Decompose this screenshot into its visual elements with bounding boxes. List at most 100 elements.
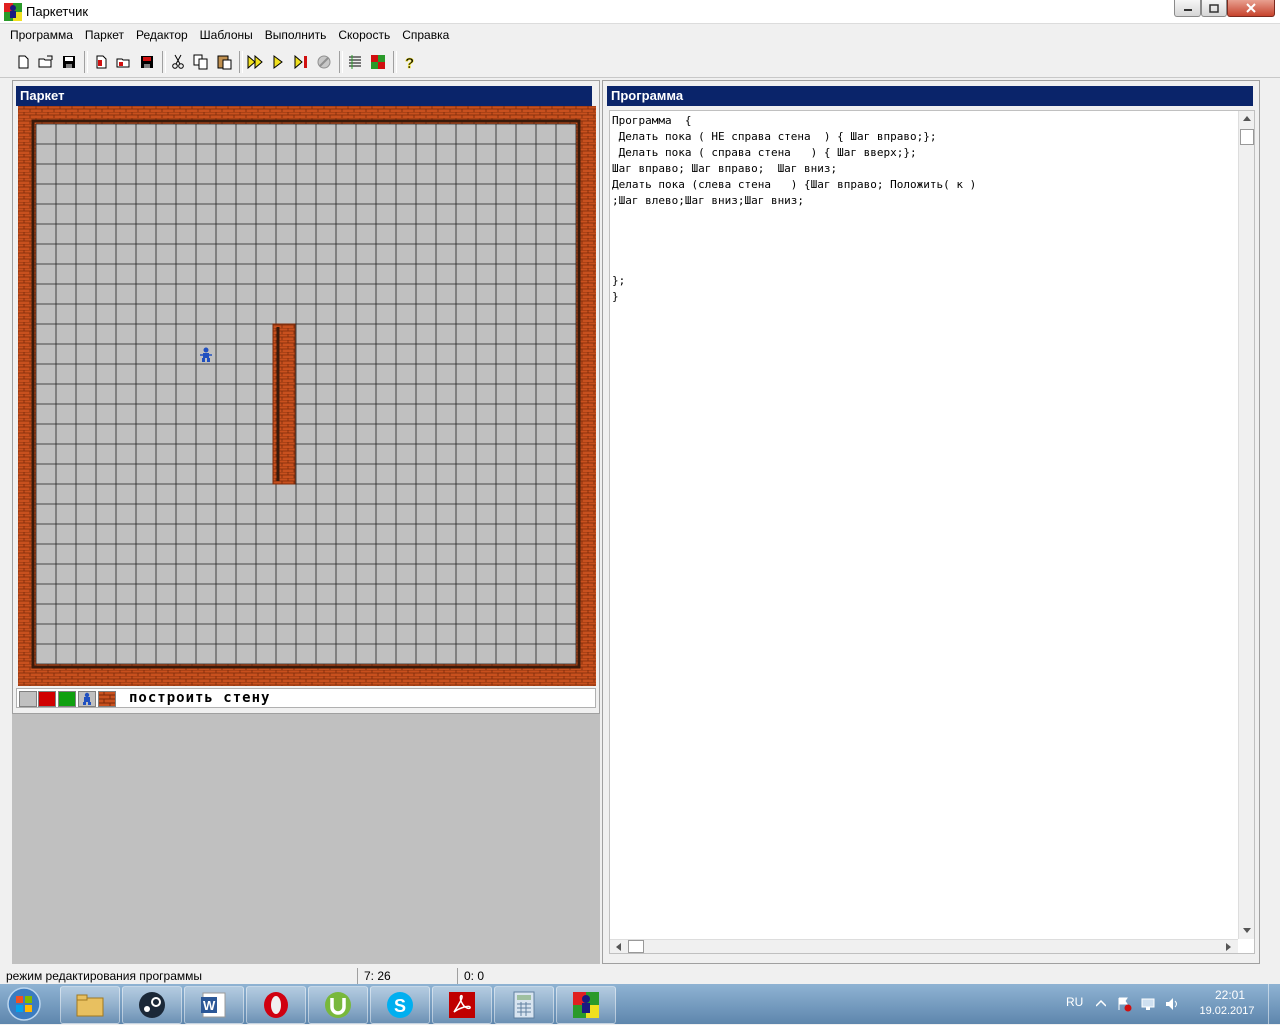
run-button[interactable] bbox=[267, 51, 289, 73]
chevron-down-icon bbox=[1243, 927, 1251, 933]
clock-date[interactable]: 19.02.2017 bbox=[1194, 1005, 1260, 1017]
menu-parquet[interactable]: Паркет bbox=[79, 26, 130, 44]
grid-button[interactable] bbox=[344, 51, 366, 73]
code-line[interactable]: Программа { bbox=[612, 113, 1236, 129]
help-icon: ? bbox=[405, 55, 415, 70]
robot-tool[interactable] bbox=[78, 691, 96, 707]
save-program-button[interactable] bbox=[136, 51, 158, 73]
code-line[interactable] bbox=[612, 209, 1236, 225]
run-fast-icon bbox=[247, 54, 263, 70]
new-file-button[interactable] bbox=[12, 51, 34, 73]
green-paint-tool[interactable] bbox=[58, 691, 76, 707]
svg-text:?: ? bbox=[405, 55, 414, 70]
show-desktop-button[interactable] bbox=[1268, 984, 1280, 1024]
taskbar-calculator[interactable] bbox=[494, 986, 554, 1024]
code-line[interactable]: Шаг вправо; Шаг вправо; Шаг вниз; bbox=[612, 161, 1236, 177]
close-button[interactable] bbox=[1227, 0, 1275, 17]
open-file-button[interactable] bbox=[35, 51, 57, 73]
step-icon bbox=[294, 54, 307, 70]
parquet-board[interactable] bbox=[18, 106, 596, 686]
show-hidden-icons-icon[interactable] bbox=[1096, 1000, 1106, 1008]
menu-speed[interactable]: Скорость bbox=[332, 26, 396, 44]
open-file-icon bbox=[38, 55, 53, 68]
vertical-scrollbar[interactable] bbox=[1238, 111, 1254, 939]
stop-button[interactable] bbox=[313, 51, 335, 73]
menu-help[interactable]: Справка bbox=[396, 26, 455, 44]
opera-icon bbox=[264, 992, 288, 1018]
red-paint-tool[interactable] bbox=[38, 691, 56, 707]
taskbar-parketchik[interactable] bbox=[556, 986, 616, 1024]
chevron-left-icon bbox=[615, 943, 621, 951]
volume-icon[interactable] bbox=[1164, 996, 1180, 1012]
menu-run[interactable]: Выполнить bbox=[259, 26, 333, 44]
step-button[interactable] bbox=[290, 51, 312, 73]
window-title: Паркетчик bbox=[26, 4, 89, 19]
status-coordinates: 0: 0 bbox=[457, 968, 560, 984]
minimize-button[interactable] bbox=[1174, 0, 1201, 17]
scroll-thumb[interactable] bbox=[1240, 129, 1254, 145]
palette-icon bbox=[371, 55, 385, 69]
code-line[interactable]: } bbox=[612, 289, 1236, 305]
hscroll-thumb[interactable] bbox=[628, 940, 644, 953]
toolbar-separator bbox=[339, 51, 343, 73]
network-icon[interactable] bbox=[1140, 996, 1156, 1012]
parketchik-icon bbox=[573, 992, 599, 1018]
clock-time[interactable]: 22:01 bbox=[1200, 988, 1260, 1002]
calculator-icon bbox=[513, 991, 535, 1019]
minimize-icon bbox=[1183, 9, 1192, 11]
cut-button[interactable] bbox=[167, 51, 189, 73]
board-grid bbox=[35, 123, 577, 665]
run-fast-button[interactable] bbox=[244, 51, 266, 73]
robot-icon bbox=[83, 692, 91, 705]
code-line[interactable]: Делать пока ( НЕ справа стена ) { Шаг вп… bbox=[612, 129, 1236, 145]
stop-icon bbox=[317, 55, 331, 69]
code-line[interactable]: ;Шаг влево;Шаг вниз;Шаг вниз; bbox=[612, 193, 1236, 209]
scroll-up-button[interactable] bbox=[1240, 111, 1254, 125]
new-program-button[interactable] bbox=[90, 51, 112, 73]
grid-icon bbox=[349, 55, 361, 69]
scroll-down-button[interactable] bbox=[1240, 923, 1254, 937]
menu-editor[interactable]: Редактор bbox=[130, 26, 194, 44]
scroll-left-button[interactable] bbox=[612, 941, 624, 953]
code-line[interactable] bbox=[612, 241, 1236, 257]
code-line[interactable]: Делать пока (слева стена ) {Шаг вправо; … bbox=[612, 177, 1236, 193]
code-line[interactable] bbox=[612, 257, 1236, 273]
scroll-right-button[interactable] bbox=[1222, 941, 1234, 953]
language-indicator[interactable]: RU bbox=[1066, 995, 1083, 1009]
action-center-icon[interactable] bbox=[1116, 996, 1132, 1012]
tool-palette: построить стену bbox=[16, 688, 596, 708]
toolbar-separator bbox=[393, 51, 397, 73]
horizontal-scrollbar[interactable] bbox=[610, 939, 1238, 953]
wall-segment[interactable] bbox=[272, 323, 296, 485]
taskbar-utorrent[interactable] bbox=[308, 986, 368, 1024]
code-text[interactable]: Программа { Делать пока ( НЕ справа стен… bbox=[612, 113, 1236, 305]
code-line[interactable] bbox=[612, 225, 1236, 241]
help-button[interactable]: ? bbox=[398, 51, 420, 73]
taskbar-skype[interactable]: S bbox=[370, 986, 430, 1024]
menu-program[interactable]: Программа bbox=[4, 26, 79, 44]
cut-icon bbox=[172, 54, 184, 69]
start-button[interactable] bbox=[2, 986, 48, 1022]
empty-cell-tool[interactable] bbox=[19, 691, 37, 707]
open-program-button[interactable] bbox=[113, 51, 135, 73]
code-line[interactable]: Делать пока ( справа стена ) { Шаг вверх… bbox=[612, 145, 1236, 161]
taskbar-explorer[interactable] bbox=[60, 986, 120, 1024]
menu-templates[interactable]: Шаблоны bbox=[194, 26, 259, 44]
save-file-button[interactable] bbox=[58, 51, 80, 73]
palette-button[interactable] bbox=[367, 51, 389, 73]
taskbar-word[interactable]: W bbox=[184, 986, 244, 1024]
chevron-right-icon bbox=[1225, 943, 1231, 951]
paste-button[interactable] bbox=[213, 51, 235, 73]
code-editor[interactable]: Программа { Делать пока ( НЕ справа стен… bbox=[609, 110, 1255, 954]
maximize-button[interactable] bbox=[1201, 0, 1227, 17]
taskbar-opera[interactable] bbox=[246, 986, 306, 1024]
explorer-icon bbox=[76, 994, 104, 1017]
taskbar-acrobat[interactable] bbox=[432, 986, 492, 1024]
code-line[interactable]: }; bbox=[612, 273, 1236, 289]
edit-mode-label: построить стену bbox=[129, 690, 271, 706]
save-file-icon bbox=[63, 56, 75, 68]
board-floor[interactable] bbox=[36, 124, 576, 664]
wall-tool[interactable] bbox=[98, 691, 116, 707]
taskbar-steam[interactable] bbox=[122, 986, 182, 1024]
copy-button[interactable] bbox=[190, 51, 212, 73]
